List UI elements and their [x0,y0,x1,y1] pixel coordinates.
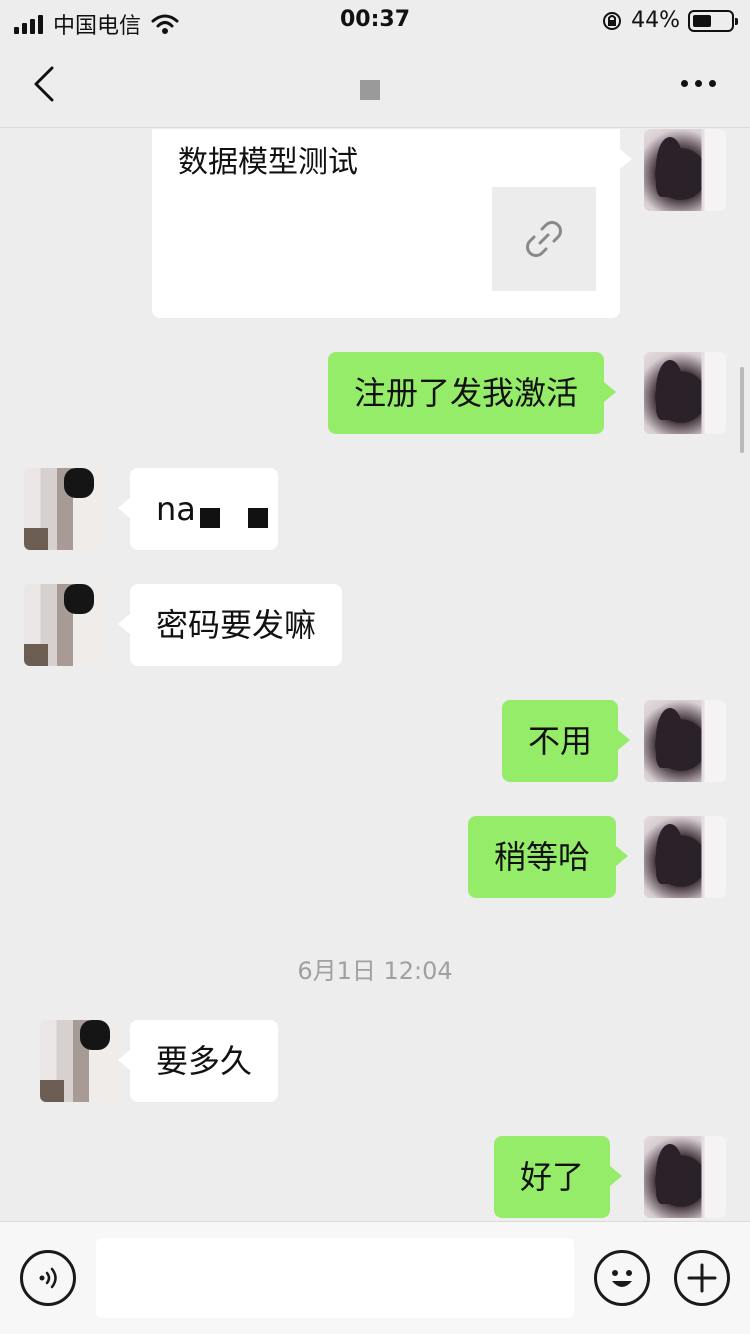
message-text: 不用 [528,722,593,760]
input-bar [0,1221,750,1334]
my-avatar[interactable] [644,1136,726,1218]
message-text: 密码要发嘛 [156,606,317,644]
message-bubble-other[interactable]: 要多久 [117,1020,279,1102]
message-bubble-me[interactable]: 稍等哈 [468,816,629,898]
redaction-block [199,508,220,528]
battery-icon [688,9,738,32]
link-icon [492,187,596,291]
rotation-lock-icon [603,11,622,30]
my-avatar[interactable] [644,816,726,898]
voice-icon[interactable] [20,1250,76,1306]
chat-title-redacted [360,80,380,100]
nav-bar [0,42,750,128]
contact-avatar[interactable] [40,1020,122,1102]
battery-percent: 44% [631,8,680,33]
message-bubble-me[interactable]: 不用 [502,700,631,782]
link-card-title: 数据模型测试 [178,145,358,180]
message-bubble-me[interactable]: 注册了发我激活 [328,352,617,434]
message-input[interactable] [96,1238,574,1318]
message-text: 注册了发我激活 [354,374,579,412]
status-bar: 中国电信 00:37 44% [0,0,750,42]
emoji-icon[interactable] [594,1250,650,1306]
plus-icon[interactable] [674,1250,730,1306]
scrollbar[interactable] [740,367,744,453]
my-avatar[interactable] [644,129,726,211]
contact-avatar[interactable] [24,468,106,550]
more-dots-icon[interactable] [681,80,716,87]
message-text: 好了 [520,1158,585,1196]
my-avatar[interactable] [644,700,726,782]
message-text: na [156,490,196,528]
chevron-left-icon[interactable] [28,64,62,104]
message-timestamp: 6月1日 12:04 [297,957,453,985]
chat-area[interactable]: 数据模型测试 注册了发我激活 na 密码要发嘛 不用 稍等哈 6月1日 12:0… [0,129,750,1221]
message-text: 稍等哈 [494,838,591,876]
message-text: 要多久 [156,1042,253,1080]
link-card-message[interactable]: 数据模型测试 [152,129,632,318]
redaction-block [247,508,268,528]
message-bubble-me[interactable]: 好了 [494,1136,623,1218]
my-avatar[interactable] [644,352,726,434]
message-bubble-other[interactable]: na [118,468,278,550]
contact-avatar[interactable] [24,584,106,666]
message-bubble-other[interactable]: 密码要发嘛 [117,584,343,666]
